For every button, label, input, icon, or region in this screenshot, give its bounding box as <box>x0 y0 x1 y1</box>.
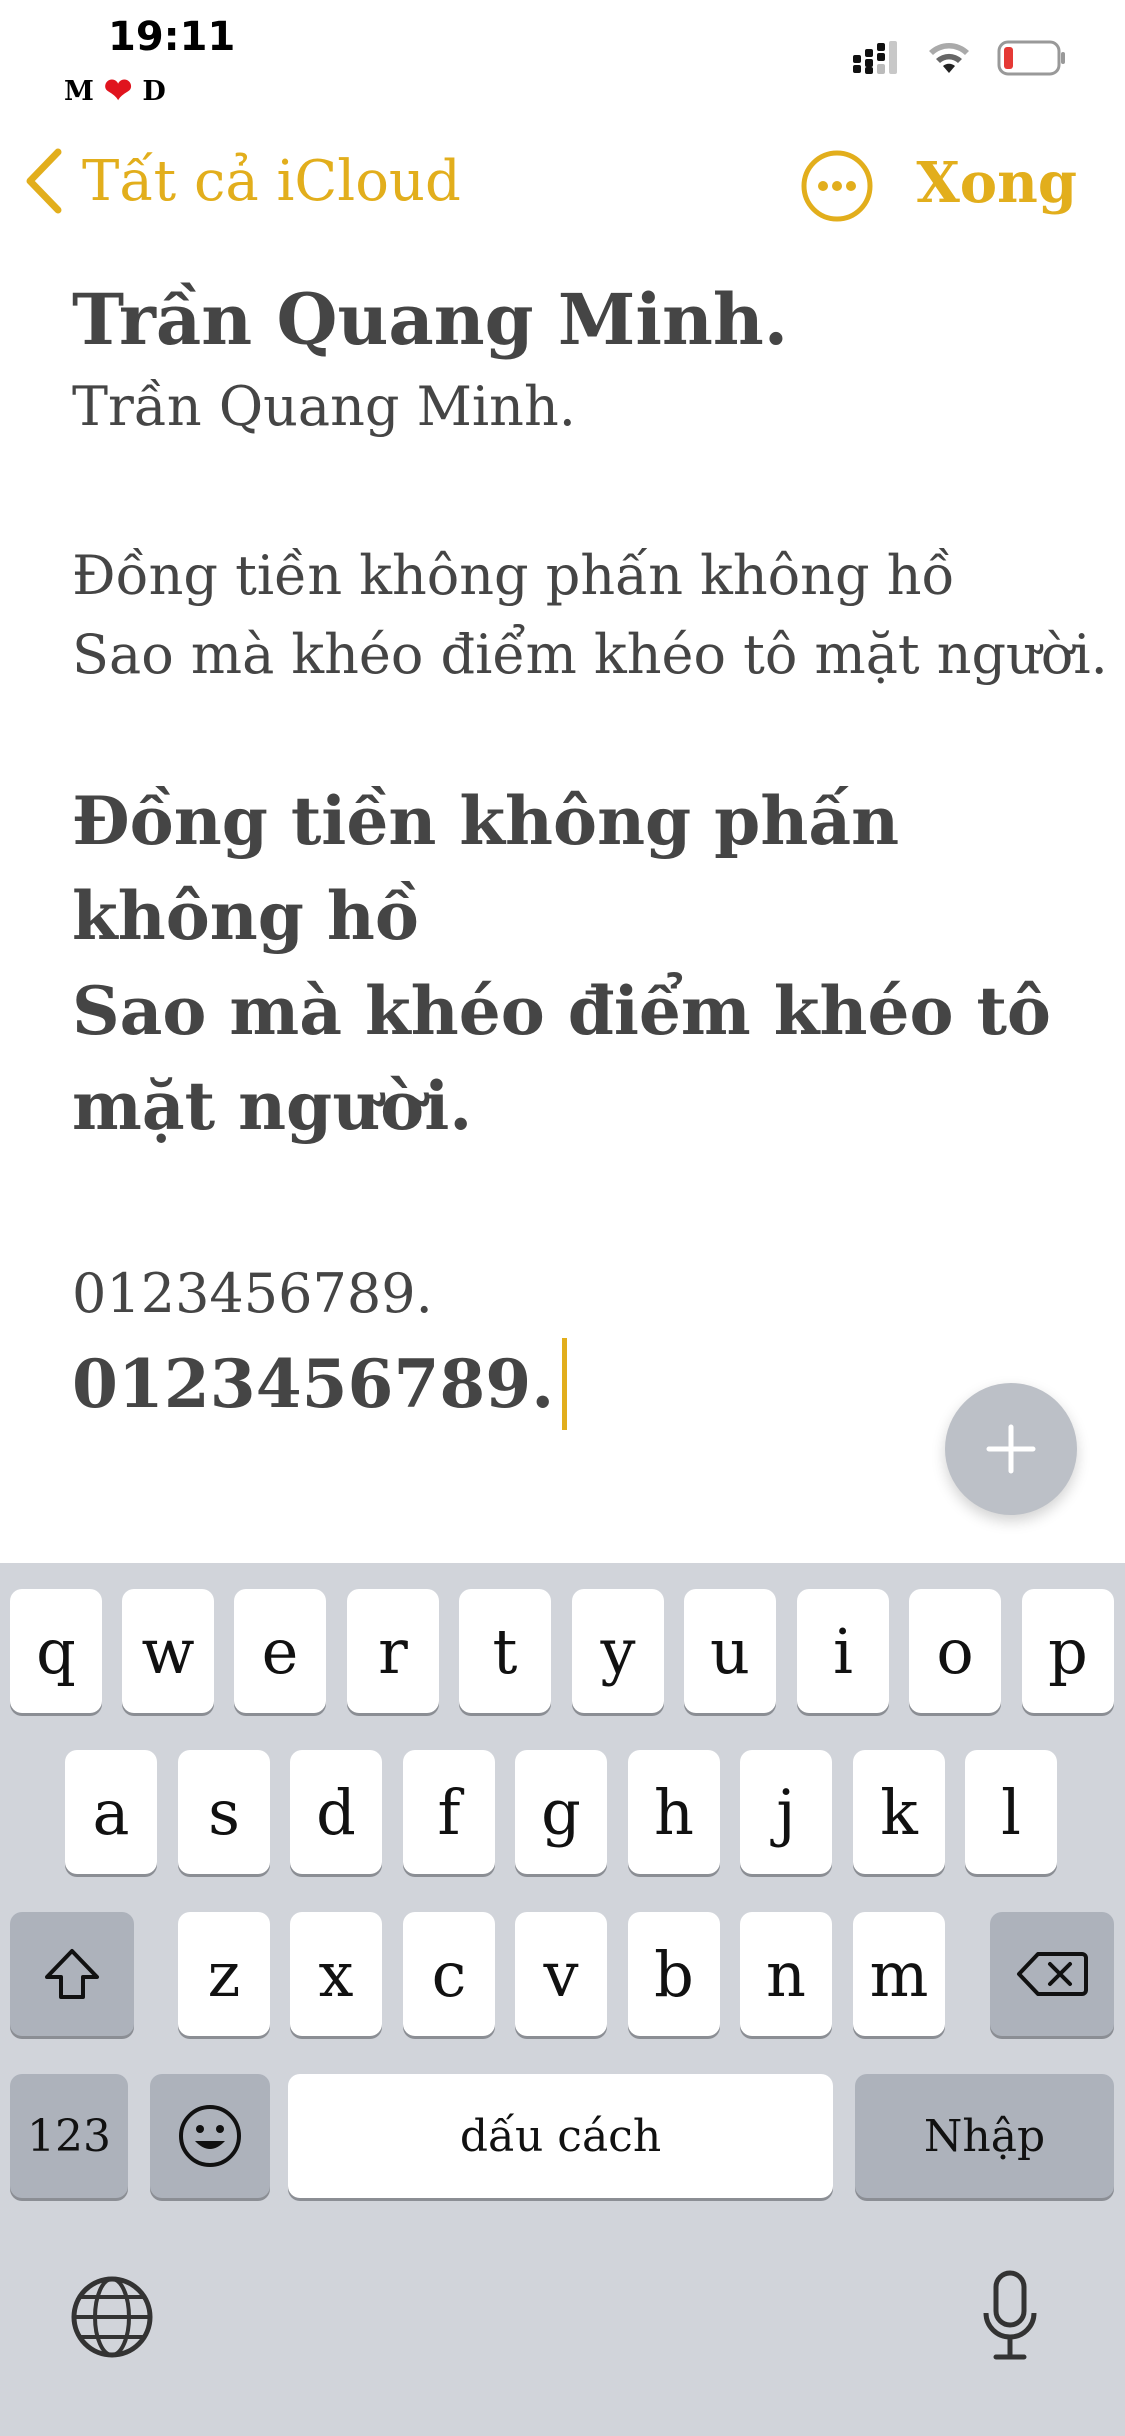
key-e[interactable]: e <box>234 1589 326 1713</box>
note-editor[interactable]: Trần Quang Minh. Trần Quang Minh. Đồng t… <box>72 270 1108 1434</box>
note-title-bold: Trần Quang Minh. <box>72 278 789 361</box>
number-regular: 0123456789. <box>72 1262 433 1325</box>
key-x[interactable]: x <box>290 1912 382 2036</box>
key-z[interactable]: z <box>178 1912 270 2036</box>
back-button[interactable]: Tất cả iCloud <box>24 148 461 214</box>
key-m[interactable]: m <box>853 1912 945 2036</box>
back-label: Tất cả iCloud <box>82 148 461 214</box>
key-r[interactable]: r <box>347 1589 439 1713</box>
status-bar: 19:11 M ❤ D <box>0 0 1125 120</box>
poem-regular-line: Sao mà khéo điểm khéo tô mặt người. <box>72 623 1108 686</box>
return-key[interactable]: Nhập <box>855 2074 1114 2198</box>
key-k[interactable]: k <box>853 1750 945 1874</box>
shift-key[interactable] <box>10 1912 134 2036</box>
microphone-icon <box>983 2270 1037 2360</box>
status-time: 19:11 <box>108 14 236 60</box>
text-cursor <box>562 1338 568 1430</box>
carrier-right: D <box>142 75 166 107</box>
status-icons <box>853 40 1067 76</box>
number-bold-line: 0123456789. <box>72 1334 1082 1434</box>
key-o[interactable]: o <box>909 1589 1001 1713</box>
key-w[interactable]: w <box>122 1589 214 1713</box>
nav-bar: Tất cả iCloud Xong <box>0 140 1125 230</box>
space-key[interactable]: dấu cách <box>288 2074 833 2198</box>
more-button[interactable] <box>800 149 874 227</box>
done-button[interactable]: Xong <box>916 150 1077 216</box>
poem-bold-line: không hồ <box>72 877 419 955</box>
note-title-regular: Trần Quang Minh. <box>72 375 576 438</box>
wifi-icon <box>929 43 969 73</box>
key-l[interactable]: l <box>965 1750 1057 1874</box>
key-c[interactable]: c <box>403 1912 495 2036</box>
poem-bold-line: Đồng tiền không phấn <box>72 782 900 860</box>
globe-icon <box>71 2276 153 2358</box>
key-f[interactable]: f <box>403 1750 495 1874</box>
dictation-button[interactable] <box>980 2269 1040 2367</box>
backspace-icon <box>1017 1952 1088 1996</box>
cellular-signal-icon <box>853 41 897 74</box>
keyboard: q w e r t y u i o p a s d f g h j k l z … <box>0 1563 1125 2436</box>
carrier-label: M ❤ D <box>64 74 166 108</box>
poem-bold-line: Sao mà khéo điểm khéo tô <box>72 972 1051 1050</box>
key-y[interactable]: y <box>572 1589 664 1713</box>
add-attachment-button[interactable] <box>945 1383 1077 1515</box>
key-g[interactable]: g <box>515 1750 607 1874</box>
key-j[interactable]: j <box>740 1750 832 1874</box>
plus-icon <box>986 1424 1036 1474</box>
numbers-key[interactable]: 123 <box>10 2074 128 2198</box>
carrier-left: M <box>64 75 94 107</box>
battery-icon <box>997 40 1065 76</box>
heart-icon: ❤ <box>103 71 133 111</box>
key-b[interactable]: b <box>628 1912 720 2036</box>
emoji-icon <box>179 2105 241 2167</box>
shift-icon <box>45 1949 99 1999</box>
ellipsis-circle-icon <box>801 150 873 222</box>
number-bold: 0123456789. <box>72 1345 555 1423</box>
key-n[interactable]: n <box>740 1912 832 2036</box>
key-s[interactable]: s <box>178 1750 270 1874</box>
key-q[interactable]: q <box>10 1589 102 1713</box>
key-d[interactable]: d <box>290 1750 382 1874</box>
globe-button[interactable] <box>70 2275 154 2363</box>
key-v[interactable]: v <box>515 1912 607 2036</box>
key-t[interactable]: t <box>459 1589 551 1713</box>
key-h[interactable]: h <box>628 1750 720 1874</box>
poem-bold: Đồng tiền không phấn không hồ Sao mà khé… <box>72 774 1082 1154</box>
emoji-key[interactable] <box>150 2074 270 2198</box>
key-a[interactable]: a <box>65 1750 157 1874</box>
delete-key[interactable] <box>990 1912 1114 2036</box>
poem-regular-line: Đồng tiền không phấn không hồ <box>72 544 955 607</box>
poem-bold-line: mặt người. <box>72 1067 473 1145</box>
key-u[interactable]: u <box>684 1589 776 1713</box>
key-i[interactable]: i <box>797 1589 889 1713</box>
chevron-left-icon <box>26 148 62 214</box>
poem-regular: Đồng tiền không phấn không hồ Sao mà khé… <box>72 536 1108 694</box>
key-p[interactable]: p <box>1022 1589 1114 1713</box>
